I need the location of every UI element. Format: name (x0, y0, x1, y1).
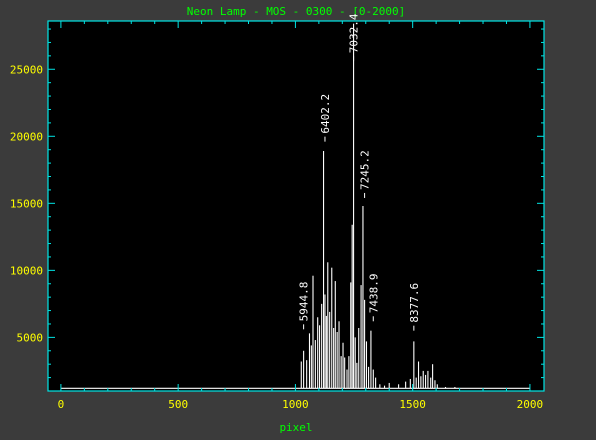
annotation-label: 5944.8 (298, 282, 311, 322)
y-tick-label: 20000 (10, 130, 43, 143)
y-tick-label: 10000 (10, 264, 43, 277)
x-tick-label: 1500 (399, 398, 426, 411)
annotation-label: 6402.2 (319, 94, 332, 134)
x-axis-label: pixel (279, 421, 312, 434)
plot-area (48, 21, 544, 391)
annotation-label: 7245.2 (359, 150, 372, 190)
chart-title: Neon Lamp - MOS - 0300 - [0-2000] (187, 5, 406, 18)
annotation-label: 7032.4 (348, 13, 361, 53)
y-tick-label: 25000 (10, 63, 43, 76)
x-tick-label: 500 (168, 398, 188, 411)
x-tick-label: 1000 (282, 398, 309, 411)
y-tick-label: 5000 (17, 331, 44, 344)
x-tick-label: 2000 (517, 398, 544, 411)
annotation-label: 8377.6 (408, 283, 421, 323)
x-tick-label: 0 (58, 398, 65, 411)
annotation-label: 7438.9 (367, 274, 380, 314)
y-tick-label: 15000 (10, 197, 43, 210)
spectrum-chart: Neon Lamp - MOS - 0300 - [0-2000] pixel … (0, 0, 596, 440)
